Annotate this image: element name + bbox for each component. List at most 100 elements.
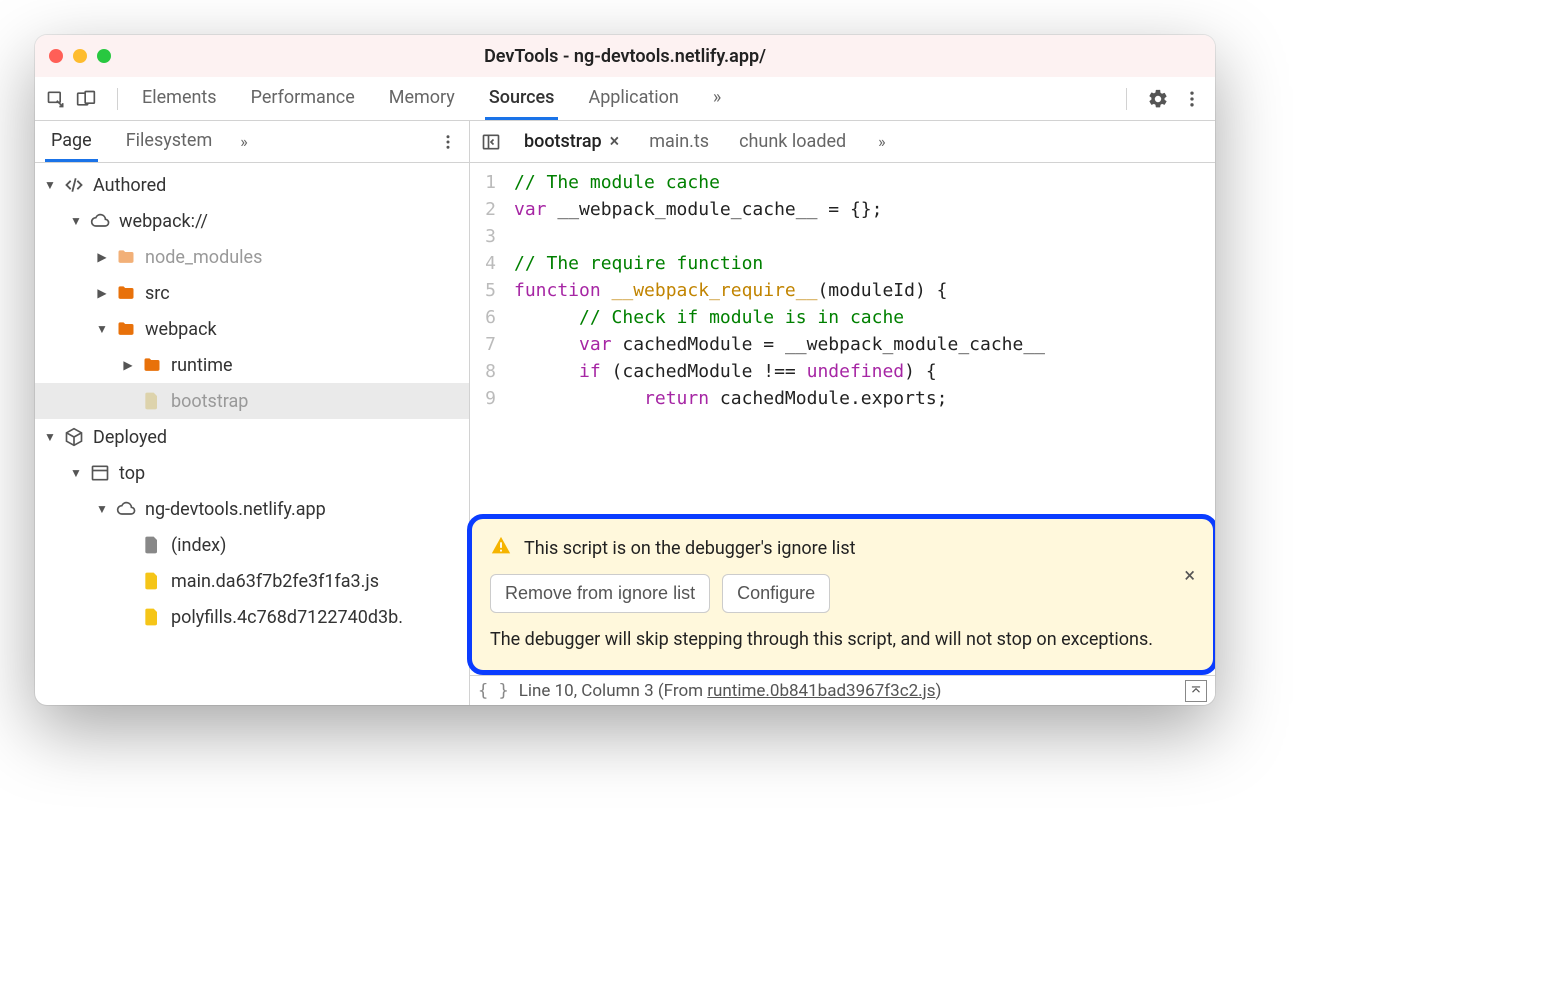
- tree-item[interactable]: bootstrap: [35, 383, 469, 419]
- editor-tab-bootstrap[interactable]: bootstrap ×: [514, 121, 629, 162]
- editor-tab-label: bootstrap: [524, 131, 602, 152]
- tree-caret-icon[interactable]: ▼: [43, 430, 57, 444]
- editor-tabs: bootstrap × main.ts chunk loaded »: [470, 121, 1215, 163]
- tree-item[interactable]: ▶ runtime: [35, 347, 469, 383]
- folder-icon: [115, 282, 137, 304]
- ignore-list-banner: This script is on the debugger's ignore …: [467, 514, 1215, 675]
- code-icon: [63, 174, 85, 196]
- cloud-icon: [89, 210, 111, 232]
- tab-more[interactable]: »: [709, 79, 725, 119]
- tree-label: runtime: [171, 355, 233, 376]
- tree-item[interactable]: ▶ node_modules: [35, 239, 469, 275]
- tree-caret-icon[interactable]: ▼: [69, 466, 83, 480]
- tree-caret-icon[interactable]: ▶: [121, 358, 135, 372]
- tree-label: top: [119, 463, 145, 484]
- cursor-position: Line 10, Column 3 (From runtime.0b841bad…: [519, 681, 942, 701]
- warning-icon: [490, 535, 512, 562]
- tree-item[interactable]: ▼ top: [35, 455, 469, 491]
- tree-label: webpack: [145, 319, 217, 340]
- navigator-menu-icon[interactable]: [437, 131, 459, 153]
- script-icon: [141, 606, 163, 628]
- navigator-tab-page[interactable]: Page: [45, 122, 98, 162]
- tab-performance[interactable]: Performance: [247, 79, 359, 119]
- kebab-menu-icon[interactable]: [1179, 86, 1205, 112]
- tree-item[interactable]: ▼ webpack://: [35, 203, 469, 239]
- tree-label: bootstrap: [171, 391, 248, 412]
- tree-label: Deployed: [93, 427, 167, 448]
- tree-caret-icon[interactable]: ▼: [43, 178, 57, 192]
- tree-item[interactable]: polyfills.4c768d7122740d3b.: [35, 599, 469, 635]
- configure-button[interactable]: Configure: [722, 574, 830, 613]
- tree-item[interactable]: ▼ ng-devtools.netlify.app: [35, 491, 469, 527]
- tree-item[interactable]: ▼ webpack: [35, 311, 469, 347]
- minimize-window-button[interactable]: [73, 49, 87, 63]
- toolbar-separator-right: [1126, 88, 1127, 110]
- package-icon: [63, 426, 85, 448]
- toolbar-separator: [117, 88, 118, 110]
- toggle-navigator-icon[interactable]: [478, 129, 504, 155]
- folder-icon: [141, 354, 163, 376]
- file-tree[interactable]: ▼ Authored ▼ webpack:// ▶ node_modules ▶…: [35, 163, 469, 705]
- navigator-tabs-more[interactable]: »: [240, 132, 248, 151]
- tree-label: (index): [171, 535, 226, 556]
- tree-caret-icon[interactable]: ▼: [95, 322, 109, 336]
- tab-elements[interactable]: Elements: [138, 79, 221, 119]
- tree-item[interactable]: ▼ Deployed: [35, 419, 469, 455]
- remove-from-ignore-button[interactable]: Remove from ignore list: [490, 574, 710, 613]
- banner-description: The debugger will skip stepping through …: [490, 627, 1195, 652]
- tree-item[interactable]: main.da63f7b2fe3f1fa3.js: [35, 563, 469, 599]
- editor-tab-chunk[interactable]: chunk loaded: [729, 121, 856, 162]
- banner-close-icon[interactable]: ×: [1184, 563, 1195, 587]
- tree-label: webpack://: [119, 211, 208, 232]
- main-content: Page Filesystem » ▼ Authored ▼ webpack:/…: [35, 121, 1215, 705]
- window-icon: [89, 462, 111, 484]
- tree-caret-icon[interactable]: ▼: [95, 502, 109, 516]
- tree-caret-icon[interactable]: ▶: [95, 286, 109, 300]
- source-map-link[interactable]: runtime.0b841bad3967f3c2.js: [707, 681, 935, 701]
- navigator-tab-filesystem[interactable]: Filesystem: [120, 122, 219, 162]
- folder-icon: [115, 318, 137, 340]
- tab-application[interactable]: Application: [584, 79, 682, 119]
- inspect-icon[interactable]: [45, 88, 67, 110]
- tree-label: main.da63f7b2fe3f1fa3.js: [171, 571, 379, 592]
- tree-label: src: [145, 283, 170, 304]
- editor-tab-main[interactable]: main.ts: [639, 121, 719, 162]
- titlebar: DevTools - ng-devtools.netlify.app/: [35, 35, 1215, 77]
- devtools-window: DevTools - ng-devtools.netlify.app/ Elem…: [35, 35, 1215, 705]
- traffic-lights: [49, 49, 111, 63]
- editor-tab-label: main.ts: [649, 131, 709, 152]
- close-tab-icon[interactable]: ×: [610, 131, 620, 152]
- tab-sources[interactable]: Sources: [485, 79, 559, 120]
- cloud-icon: [115, 498, 137, 520]
- banner-title: This script is on the debugger's ignore …: [524, 538, 856, 559]
- main-toolbar: Elements Performance Memory Sources Appl…: [35, 77, 1215, 121]
- navigator-tabs: Page Filesystem »: [35, 121, 469, 163]
- tree-caret-icon[interactable]: ▶: [95, 250, 109, 264]
- collapse-icon[interactable]: [1185, 680, 1207, 702]
- tree-item[interactable]: (index): [35, 527, 469, 563]
- device-mode-icon[interactable]: [75, 88, 97, 110]
- tab-memory[interactable]: Memory: [385, 79, 459, 119]
- tree-caret-icon[interactable]: ▼: [69, 214, 83, 228]
- tree-item[interactable]: ▶ src: [35, 275, 469, 311]
- script-icon: [141, 570, 163, 592]
- editor-tab-label: chunk loaded: [739, 131, 846, 152]
- panel-tabs: Elements Performance Memory Sources Appl…: [138, 79, 725, 119]
- window-title: DevTools - ng-devtools.netlify.app/: [484, 46, 766, 67]
- tree-item[interactable]: ▼ Authored: [35, 167, 469, 203]
- settings-icon[interactable]: [1145, 86, 1171, 112]
- file-icon: [141, 390, 163, 412]
- close-window-button[interactable]: [49, 49, 63, 63]
- maximize-window-button[interactable]: [97, 49, 111, 63]
- tree-label: polyfills.4c768d7122740d3b.: [171, 607, 403, 628]
- pretty-print-icon[interactable]: { }: [478, 681, 509, 701]
- editor-tabs-more[interactable]: »: [878, 132, 886, 151]
- doc-icon: [141, 534, 163, 556]
- tree-label: node_modules: [145, 247, 262, 268]
- editor-pane: bootstrap × main.ts chunk loaded » 12345…: [470, 121, 1215, 705]
- editor-status-bar: { } Line 10, Column 3 (From runtime.0b84…: [470, 675, 1215, 705]
- tree-label: ng-devtools.netlify.app: [145, 499, 326, 520]
- tree-label: Authored: [93, 175, 166, 196]
- navigator-sidebar: Page Filesystem » ▼ Authored ▼ webpack:/…: [35, 121, 470, 705]
- folder-icon: [115, 246, 137, 268]
